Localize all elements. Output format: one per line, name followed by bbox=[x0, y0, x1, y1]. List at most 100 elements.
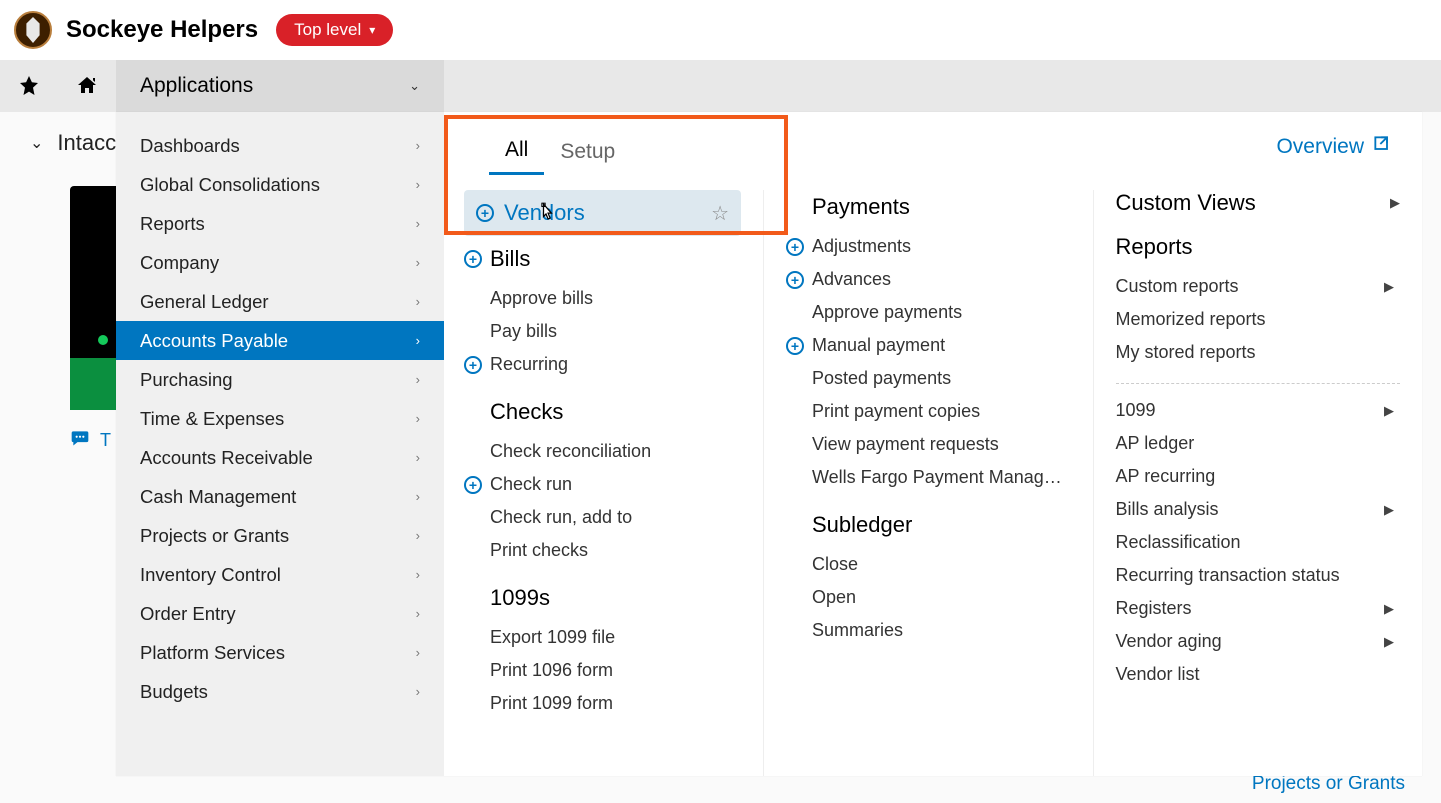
chevron-right-icon: › bbox=[416, 489, 420, 504]
panel-col-1: + Vendors ☆ + Bills Approve bills Pay bi… bbox=[444, 190, 764, 776]
sidebar-item-budgets[interactable]: Budgets › bbox=[116, 672, 444, 711]
1099-link[interactable]: 1099 ▶ bbox=[1116, 394, 1401, 427]
check-reconciliation-link[interactable]: Check reconciliation bbox=[464, 435, 741, 468]
approve-payments-link[interactable]: Approve payments bbox=[786, 296, 1071, 329]
sidebar-item-accounts-payable[interactable]: Accounts Payable› bbox=[116, 321, 444, 360]
home-icon[interactable] bbox=[58, 74, 116, 98]
comment-text: T bbox=[100, 430, 111, 451]
posted-payments-link[interactable]: Posted payments bbox=[786, 362, 1071, 395]
print-1096-link[interactable]: Print 1096 form bbox=[464, 654, 741, 687]
applications-menu-button[interactable]: Applications ⌄ bbox=[116, 60, 444, 112]
recurring-label: Recurring bbox=[490, 354, 568, 375]
sidebar-item-purchasing[interactable]: Purchasing› bbox=[116, 360, 444, 399]
ap-recurring-link[interactable]: AP recurring bbox=[1116, 460, 1401, 493]
company-name: Sockeye Helpers bbox=[66, 16, 258, 44]
chevron-right-icon: › bbox=[416, 684, 420, 699]
export-1099-link[interactable]: Export 1099 file bbox=[464, 621, 741, 654]
wells-fargo-link[interactable]: Wells Fargo Payment Manag… bbox=[786, 461, 1071, 494]
top-level-selector[interactable]: Top level ▾ bbox=[276, 14, 393, 46]
ap-ledger-link[interactable]: AP ledger bbox=[1116, 427, 1401, 460]
manual-payment-label: Manual payment bbox=[812, 335, 945, 356]
subledger-open-link[interactable]: Open bbox=[786, 581, 1071, 614]
sidebar-item-label: Global Consolidations bbox=[140, 174, 320, 196]
vendor-aging-label: Vendor aging bbox=[1116, 631, 1222, 652]
plus-circle-icon[interactable]: + bbox=[464, 356, 482, 374]
sidebar-item-label: Budgets bbox=[140, 681, 208, 703]
sidebar-item-global-consolidations[interactable]: Global Consolidations › bbox=[116, 165, 444, 204]
chevron-right-icon: › bbox=[416, 528, 420, 543]
chevron-down-icon: ▾ bbox=[369, 23, 375, 37]
bills-heading[interactable]: + Bills bbox=[464, 246, 741, 272]
print-checks-link[interactable]: Print checks bbox=[464, 534, 741, 567]
registers-link[interactable]: Registers ▶ bbox=[1116, 592, 1401, 625]
chevron-down-icon: ⌄ bbox=[30, 133, 43, 153]
applications-panel: All Setup Overview + Vendors ☆ bbox=[444, 112, 1422, 776]
checks-heading: Checks bbox=[490, 399, 741, 425]
chevron-right-icon: › bbox=[416, 177, 420, 192]
chevron-right-icon: › bbox=[416, 606, 420, 621]
pay-bills-link[interactable]: Pay bills bbox=[464, 315, 741, 348]
registers-label: Registers bbox=[1116, 598, 1192, 619]
vendors-link[interactable]: + Vendors ☆ bbox=[464, 190, 741, 236]
footer-link[interactable]: Projects or Grants bbox=[1252, 773, 1405, 795]
plus-circle-icon[interactable]: + bbox=[464, 250, 482, 268]
subledger-close-link[interactable]: Close bbox=[786, 548, 1071, 581]
star-outline-icon[interactable]: ☆ bbox=[711, 201, 729, 226]
recurring-status-link[interactable]: Recurring transaction status bbox=[1116, 559, 1401, 592]
reclassification-link[interactable]: Reclassification bbox=[1116, 526, 1401, 559]
vendor-aging-link[interactable]: Vendor aging ▶ bbox=[1116, 625, 1401, 658]
custom-reports-link[interactable]: Custom reports ▶ bbox=[1116, 270, 1401, 303]
sidebar-item-dashboards[interactable]: Dashboards› bbox=[116, 126, 444, 165]
section-title: Intacct bbox=[57, 130, 122, 156]
memorized-reports-link[interactable]: Memorized reports bbox=[1116, 303, 1401, 336]
chevron-right-icon: ▶ bbox=[1390, 195, 1400, 211]
adjustments-label: Adjustments bbox=[812, 236, 911, 257]
advances-link[interactable]: + Advances bbox=[786, 263, 1071, 296]
sidebar-item-time-expenses[interactable]: Time & Expenses› bbox=[116, 399, 444, 438]
chevron-right-icon: › bbox=[416, 372, 420, 387]
panel-col-2: Payments + Adjustments + Advances Approv… bbox=[764, 190, 1094, 776]
bills-analysis-label: Bills analysis bbox=[1116, 499, 1219, 520]
plus-circle-icon[interactable]: + bbox=[476, 204, 494, 222]
vendor-list-link[interactable]: Vendor list bbox=[1116, 658, 1401, 691]
sidebar-item-label: General Ledger bbox=[140, 291, 269, 313]
chevron-right-icon: › bbox=[416, 450, 420, 465]
check-run-link[interactable]: + Check run bbox=[464, 468, 741, 501]
sidebar-item-projects-or-grants[interactable]: Projects or Grants› bbox=[116, 516, 444, 555]
plus-circle-icon[interactable]: + bbox=[786, 337, 804, 355]
custom-views-heading-row[interactable]: Custom Views ▶ bbox=[1116, 190, 1401, 216]
sidebar-item-cash-management[interactable]: Cash Management› bbox=[116, 477, 444, 516]
overview-label: Overview bbox=[1276, 135, 1364, 159]
manual-payment-link[interactable]: + Manual payment bbox=[786, 329, 1071, 362]
view-payment-requests-link[interactable]: View payment requests bbox=[786, 428, 1071, 461]
tab-setup[interactable]: Setup bbox=[544, 134, 631, 174]
overview-link[interactable]: Overview bbox=[1276, 134, 1392, 160]
sidebar-item-label: Dashboards bbox=[140, 135, 240, 157]
sidebar-item-label: Inventory Control bbox=[140, 564, 281, 586]
recurring-link[interactable]: + Recurring bbox=[464, 348, 741, 381]
chevron-right-icon: › bbox=[416, 645, 420, 660]
bills-analysis-link[interactable]: Bills analysis ▶ bbox=[1116, 493, 1401, 526]
sidebar-item-order-entry[interactable]: Order Entry› bbox=[116, 594, 444, 633]
sidebar-item-general-ledger[interactable]: General Ledger› bbox=[116, 282, 444, 321]
adjustments-link[interactable]: + Adjustments bbox=[786, 230, 1071, 263]
approve-bills-link[interactable]: Approve bills bbox=[464, 282, 741, 315]
subledger-summaries-link[interactable]: Summaries bbox=[786, 614, 1071, 647]
print-payment-copies-link[interactable]: Print payment copies bbox=[786, 395, 1071, 428]
sidebar-item-platform-services[interactable]: Platform Services› bbox=[116, 633, 444, 672]
plus-circle-icon[interactable]: + bbox=[786, 271, 804, 289]
check-run-label: Check run bbox=[490, 474, 572, 495]
sidebar-item-inventory-control[interactable]: Inventory Control› bbox=[116, 555, 444, 594]
speech-bubble-icon bbox=[70, 428, 90, 453]
sidebar-item-company[interactable]: Company› bbox=[116, 243, 444, 282]
plus-circle-icon[interactable]: + bbox=[464, 476, 482, 494]
stored-reports-link[interactable]: My stored reports bbox=[1116, 336, 1401, 369]
check-run-add-link[interactable]: Check run, add to bbox=[464, 501, 741, 534]
tab-all[interactable]: All bbox=[489, 132, 544, 175]
sidebar-item-accounts-receivable[interactable]: Accounts Receivable› bbox=[116, 438, 444, 477]
favorite-star-icon[interactable] bbox=[0, 74, 58, 98]
plus-circle-icon[interactable]: + bbox=[786, 238, 804, 256]
sidebar-item-reports[interactable]: Reports› bbox=[116, 204, 444, 243]
custom-views-heading: Custom Views bbox=[1116, 190, 1256, 216]
print-1099-link[interactable]: Print 1099 form bbox=[464, 687, 741, 720]
